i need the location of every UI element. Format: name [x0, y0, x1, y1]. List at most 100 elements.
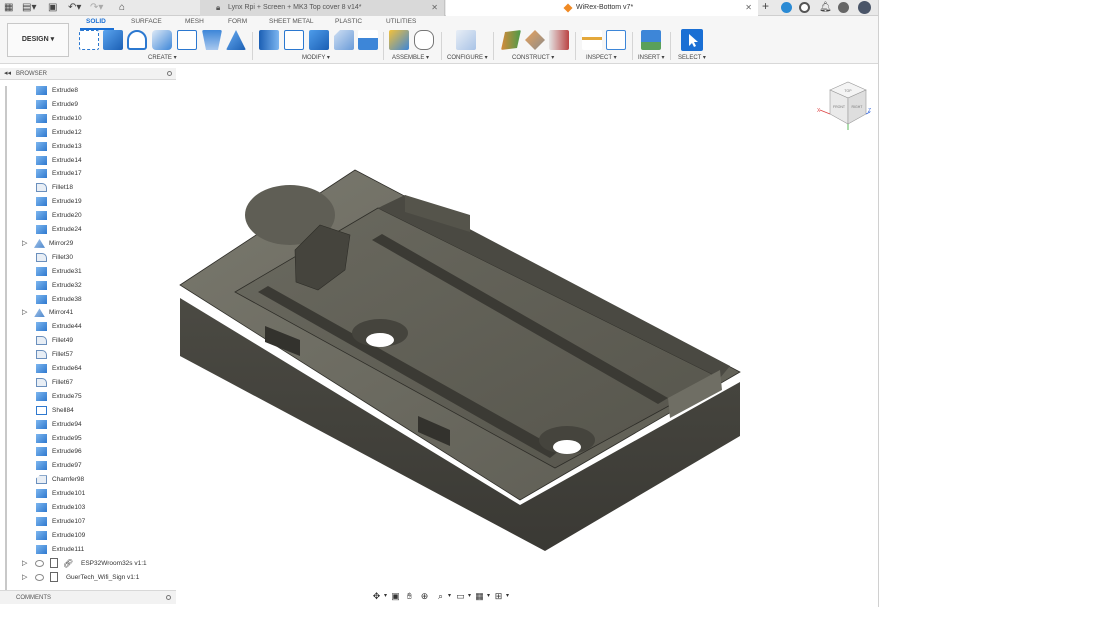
home-icon[interactable]: ⌂	[119, 2, 125, 14]
viewcube[interactable]: TOP FRONT RIGHT X Z	[812, 76, 874, 132]
expand-icon[interactable]: ▷	[22, 557, 27, 570]
group-inspect[interactable]: INSPECT ▾	[586, 54, 617, 61]
group-configure[interactable]: CONFIGURE ▾	[447, 54, 488, 61]
offset-plane-icon[interactable]	[501, 30, 521, 50]
configure-tool-icon[interactable]	[456, 30, 476, 50]
pin-icon[interactable]	[167, 71, 172, 76]
browser-item[interactable]: Fillet18	[0, 181, 170, 194]
hole-tool-icon[interactable]	[152, 30, 172, 50]
browser-item[interactable]: Extrude64	[0, 362, 170, 375]
browser-item[interactable]: Chamfer98	[0, 473, 170, 486]
browser-item[interactable]: Extrude19	[0, 195, 170, 208]
browser-item[interactable]: Extrude8	[0, 84, 170, 97]
close-tab-icon[interactable]: ✕	[431, 0, 438, 16]
viewports-dropdown-icon[interactable]: ▾	[501, 589, 514, 603]
create-sketch-icon[interactable]	[79, 30, 99, 50]
browser-item[interactable]: Extrude12	[0, 126, 170, 139]
browser-item[interactable]: Extrude14	[0, 154, 170, 167]
shell-tool-icon[interactable]	[309, 30, 329, 50]
browser-item[interactable]: ▷ Mirror29	[0, 237, 170, 250]
extrude-tool-icon[interactable]	[103, 30, 123, 50]
browser-item[interactable]: Extrude111	[0, 543, 170, 556]
tab-mesh[interactable]: MESH	[185, 18, 204, 25]
expand-icon[interactable]: ▷	[22, 306, 27, 319]
browser-item[interactable]: Extrude95	[0, 432, 170, 445]
pin-icon[interactable]	[166, 595, 171, 600]
group-construct[interactable]: CONSTRUCT ▾	[512, 54, 554, 61]
3d-model-enclosure[interactable]	[170, 150, 750, 560]
browser-item[interactable]: Extrude17	[0, 167, 170, 180]
plane-at-angle-icon[interactable]	[525, 30, 545, 50]
group-insert[interactable]: INSERT ▾	[638, 54, 664, 61]
workspace-switcher[interactable]: DESIGN ▾	[7, 23, 69, 57]
mirror-tool-icon[interactable]	[226, 30, 246, 50]
collapse-browser-icon[interactable]: ◂◂	[4, 68, 11, 80]
tab-solid[interactable]: SOLID	[86, 18, 106, 25]
new-component-icon[interactable]	[389, 30, 409, 50]
look-at-icon[interactable]: ▣	[389, 589, 402, 603]
browser-item[interactable]: Extrude9	[0, 98, 170, 111]
expand-icon[interactable]: ▷	[22, 571, 27, 584]
insert-image-icon[interactable]	[641, 30, 661, 50]
grid-menu-icon[interactable]: ▦	[4, 2, 13, 14]
save-icon[interactable]: ▣	[48, 2, 57, 14]
document-tab-active[interactable]: WiRex-Bottom v7* ✕	[446, 0, 758, 16]
notifications-icon[interactable]: 🔔︎	[819, 2, 832, 14]
browser-item[interactable]: Extrude96	[0, 445, 170, 458]
tab-plastic[interactable]: PLASTIC	[335, 18, 362, 25]
browser-component[interactable]: ▷ 🔗︎ ESP32Wroom32s v1:1	[0, 557, 170, 570]
pattern-tool-icon[interactable]	[177, 30, 197, 50]
browser-item[interactable]: Extrude13	[0, 140, 170, 153]
pan-icon[interactable]: ✋︎	[403, 589, 416, 603]
group-select[interactable]: SELECT ▾	[678, 54, 706, 61]
tab-utilities[interactable]: UTILITIES	[386, 18, 416, 25]
close-tab-icon[interactable]: ✕	[745, 0, 752, 16]
undo-icon[interactable]: ↶▾	[68, 2, 81, 14]
tab-form[interactable]: FORM	[228, 18, 247, 25]
document-tab-inactive[interactable]: 🔒︎ Lynx Rpi + Screen + MK3 Top cover 8 v…	[200, 0, 445, 16]
measure-tool-icon[interactable]	[582, 30, 602, 50]
visibility-icon[interactable]	[35, 559, 44, 567]
browser-item[interactable]: Fillet30	[0, 251, 170, 264]
browser-item[interactable]: Shell84	[0, 404, 170, 417]
browser-item[interactable]: ▷ Mirror41	[0, 306, 170, 319]
browser-item[interactable]: Extrude75	[0, 390, 170, 403]
browser-item[interactable]: Extrude20	[0, 209, 170, 222]
browser-item[interactable]: Extrude38	[0, 293, 170, 306]
browser-item[interactable]: Extrude109	[0, 529, 170, 542]
fillet-tool-icon[interactable]	[284, 30, 304, 50]
align-tool-icon[interactable]	[358, 30, 378, 50]
browser-component[interactable]: ▷ GuerTech_Wifi_Sign v1:1	[0, 571, 170, 584]
interference-tool-icon[interactable]	[606, 30, 626, 50]
loft-tool-icon[interactable]	[202, 30, 222, 50]
job-status-icon[interactable]	[799, 2, 810, 13]
group-create[interactable]: CREATE ▾	[148, 54, 177, 61]
tab-surface[interactable]: SURFACE	[131, 18, 162, 25]
tab-sheet-metal[interactable]: SHEET METAL	[269, 18, 314, 25]
select-tool-icon[interactable]	[681, 29, 703, 51]
browser-item[interactable]: Fillet49	[0, 334, 170, 347]
chamfer-tool-icon[interactable]	[334, 30, 354, 50]
browser-item[interactable]: Fillet57	[0, 348, 170, 361]
comments-panel[interactable]: COMMENTS	[0, 590, 176, 604]
redo-icon[interactable]: ↷▾	[90, 2, 103, 14]
browser-item[interactable]: Extrude24	[0, 223, 170, 236]
visibility-icon[interactable]	[35, 573, 44, 581]
browser-item[interactable]: Extrude94	[0, 418, 170, 431]
browser-item[interactable]: Extrude32	[0, 279, 170, 292]
browser-item[interactable]: Extrude10	[0, 112, 170, 125]
browser-item[interactable]: Extrude31	[0, 265, 170, 278]
avatar[interactable]	[858, 1, 871, 14]
browser-item[interactable]: Extrude103	[0, 501, 170, 514]
axis-tool-icon[interactable]	[549, 30, 569, 50]
new-tab-icon[interactable]: +	[762, 0, 769, 12]
group-modify[interactable]: MODIFY ▾	[302, 54, 330, 61]
browser-item[interactable]: Extrude97	[0, 459, 170, 472]
browser-item[interactable]: Extrude101	[0, 487, 170, 500]
extensions-icon[interactable]	[781, 2, 792, 13]
browser-item[interactable]: Fillet67	[0, 376, 170, 389]
expand-icon[interactable]: ▷	[22, 237, 27, 250]
help-icon[interactable]	[838, 2, 849, 13]
zoom-icon[interactable]: ⊕	[418, 589, 431, 603]
revolve-tool-icon[interactable]	[127, 30, 147, 50]
